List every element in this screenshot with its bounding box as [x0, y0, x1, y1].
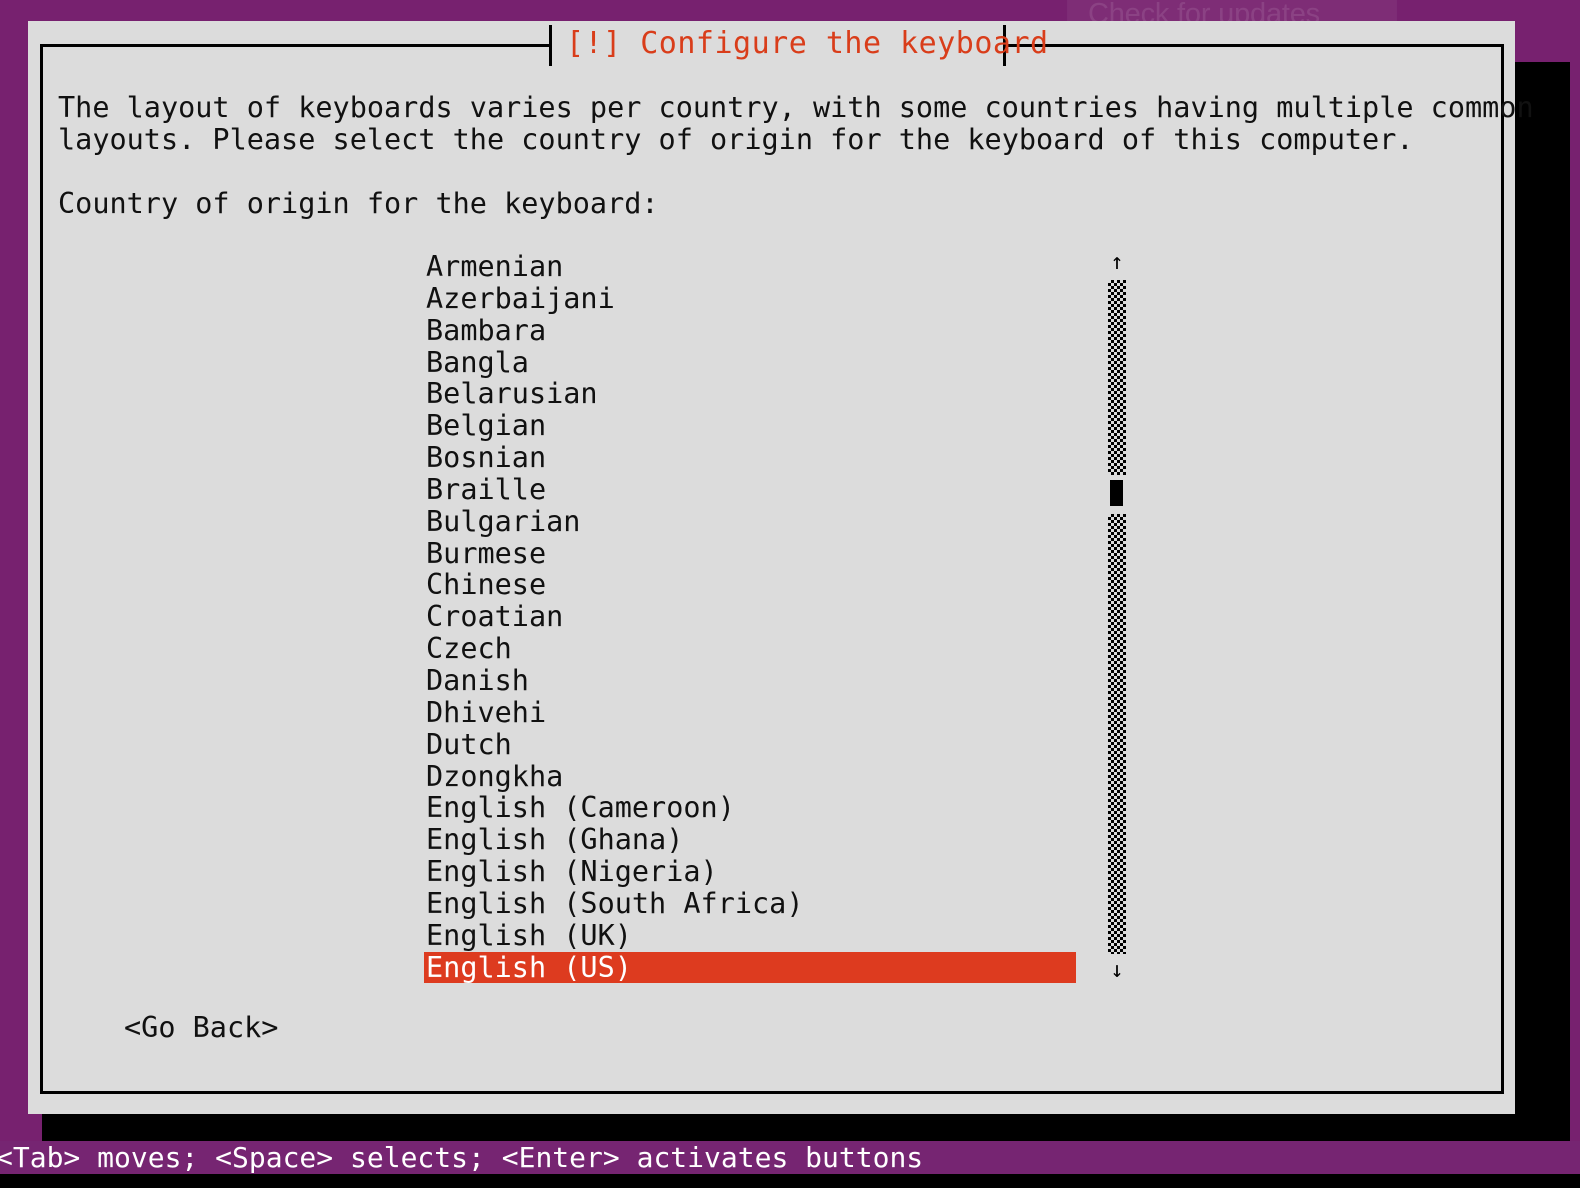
list-item[interactable]: Bosnian — [424, 442, 1076, 474]
screen-bottom-strip — [0, 1174, 1580, 1188]
scroll-up-arrow-icon[interactable]: ↑ — [1106, 252, 1128, 274]
country-list[interactable]: Armenian Azerbaijani Bambara Bangla Belarusi… — [424, 251, 1076, 984]
scroll-down-arrow-icon[interactable]: ↓ — [1106, 960, 1128, 982]
dialog-title: [!] Configure the keyboard — [566, 26, 1049, 61]
list-item[interactable]: Danish — [424, 665, 1076, 697]
list-item[interactable]: English (UK) — [424, 919, 1076, 952]
dialog-border-top-right — [1003, 44, 1504, 47]
list-item[interactable]: Belarusian — [424, 378, 1076, 410]
list-item[interactable]: Belgian — [424, 410, 1076, 442]
list-item[interactable]: Dutch — [424, 728, 1076, 761]
list-item[interactable]: Dzongkha — [424, 760, 1076, 793]
installer-screen: Check for updates Quit [!] Configure the… — [0, 0, 1580, 1188]
list-item[interactable]: Braille — [424, 474, 1076, 506]
dialog-bottom-shadow-bar — [42, 1113, 1570, 1141]
help-bar-text: <Tab> moves; <Space> selects; <Enter> ac… — [0, 1141, 924, 1174]
dialog-intro-line-1: The layout of keyboards varies per count… — [58, 91, 1534, 124]
dialog-border-top-left — [40, 44, 552, 47]
list-item[interactable]: Croatian — [424, 601, 1076, 633]
dialog-title-tick-left — [549, 25, 552, 66]
list-item[interactable]: Bulgarian — [424, 505, 1076, 538]
scrollbar-track-lower[interactable] — [1108, 514, 1126, 954]
dialog-prompt-label: Country of origin for the keyboard: — [58, 187, 659, 220]
go-back-button[interactable]: <Go Back> — [124, 1012, 278, 1044]
list-item[interactable]: English (South Africa) — [424, 888, 1076, 920]
list-item[interactable]: Chinese — [424, 569, 1076, 601]
list-item[interactable]: Czech — [424, 633, 1076, 665]
list-item[interactable]: Bangla — [424, 346, 1076, 379]
list-item[interactable]: Armenian — [424, 251, 1076, 283]
list-item[interactable]: English (Ghana) — [424, 824, 1076, 856]
list-scrollbar[interactable]: ↑ ↓ — [1106, 252, 1128, 982]
dialog-intro-line-2: layouts. Please select the country of or… — [58, 123, 1414, 156]
scrollbar-thumb[interactable] — [1110, 480, 1123, 506]
list-item[interactable]: Bambara — [424, 314, 1076, 347]
scrollbar-track-upper[interactable] — [1108, 280, 1126, 475]
list-item[interactable]: English (Nigeria) — [424, 856, 1076, 888]
list-item-selected[interactable]: English (US) — [424, 951, 1076, 984]
list-item[interactable]: Azerbaijani — [424, 282, 1076, 315]
dialog-intro-text: The layout of keyboards varies per count… — [58, 92, 1534, 156]
list-item[interactable]: Burmese — [424, 537, 1076, 570]
list-item[interactable]: Dhivehi — [424, 696, 1076, 729]
list-item[interactable]: English (Cameroon) — [424, 792, 1076, 824]
